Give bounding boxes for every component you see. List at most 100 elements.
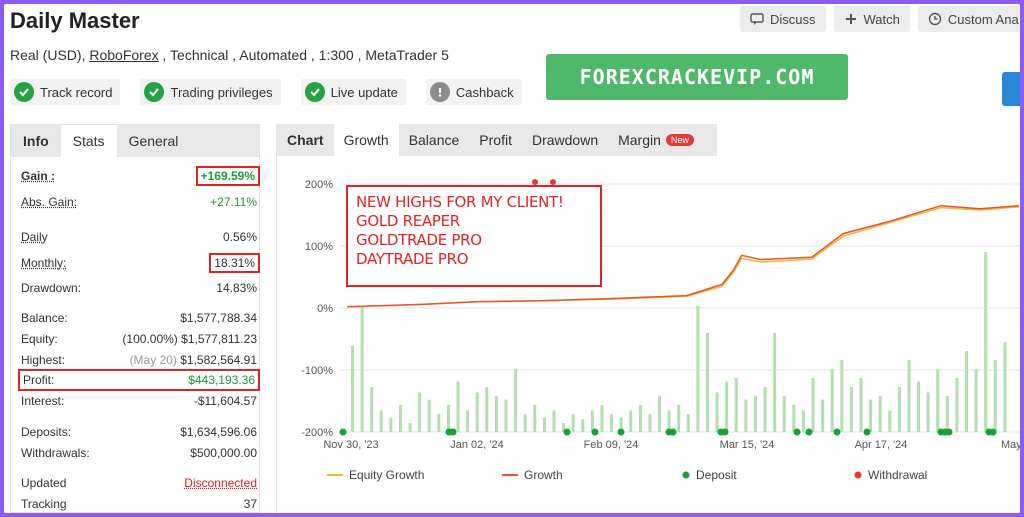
activity-bar [888,410,892,432]
activity-bar [466,410,470,432]
activity-bar [734,378,738,432]
x-tick-label: Apr 17, '24 [855,439,908,451]
deposit-marker [591,428,599,436]
stat-label: Tracking [21,497,67,511]
legend-dot-icon [682,471,690,479]
stat-label: Withdrawals: [21,446,90,460]
clock-icon [928,12,942,26]
legend-equity-growth[interactable]: Equity Growth [327,468,502,482]
discuss-button[interactable]: Discuss [740,6,826,32]
badge-trading-privileges[interactable]: Trading privileges [140,79,281,105]
tab-info[interactable]: Info [11,125,61,157]
page-title: Daily Master [10,8,140,33]
legend-growth[interactable]: Growth [502,468,682,482]
subtitle-prefix: Real (USD), [10,47,90,63]
activity-bar [974,369,978,432]
activity-bar [725,381,729,432]
stat-updated: Updated Disconnected [21,476,257,490]
annotation-line: NEW HIGHS FOR MY CLIENT! [356,193,564,211]
activity-bar [427,399,431,432]
stat-label: Equity: [21,332,58,346]
legend-line-icon [327,474,343,476]
tab-stats[interactable]: Stats [60,125,117,157]
tab-chart[interactable]: Chart [277,124,334,156]
badge-cashback[interactable]: Cashback [425,79,522,105]
activity-bar [677,405,681,432]
stat-equity: Equity: (100.00%) $1,577,811.23 [21,332,257,346]
activity-bar [408,423,412,432]
activity-bar [696,306,700,432]
stat-value: 37 [243,497,257,511]
stat-label: Highest: [21,353,66,367]
stat-label: Updated [21,476,67,490]
chat-icon [750,13,764,25]
stat-label: Profit: [23,373,55,387]
activity-bar [542,417,546,432]
activity-bar [859,378,863,432]
activity-bar [869,399,873,432]
activity-bar [849,387,853,432]
activity-bar [485,387,489,432]
tab-growth[interactable]: Growth [333,124,399,156]
activity-bar [370,387,374,432]
tab-margin-label: Margin [618,132,661,148]
stat-label: Daily [21,230,48,244]
subtitle-suffix: , Technical , Automated , 1:300 , MetaTr… [158,47,449,63]
deposit-marker [793,428,801,436]
stat-value: -$11,604.57 [193,394,257,408]
badge-track-record[interactable]: Track record [10,79,121,105]
activity-bar [782,396,786,432]
activity-bar [514,369,518,432]
stat-withdrawals: Withdrawals: $500,000.00 [21,446,257,460]
y-tick-label: 200% [305,179,333,191]
edge-action-button[interactable] [1002,72,1020,106]
activity-bar [763,387,767,432]
legend-label: Deposit [696,468,737,482]
activity-bar [744,399,748,432]
annotation-line: GOLDTRADE PRO [356,231,482,249]
activity-bar [955,378,959,432]
stat-label: Abs. Gain: [21,195,78,209]
activity-bar [917,381,921,432]
watch-button[interactable]: Watch [833,6,910,32]
x-tick-label: Nov 30, '23 [323,439,378,451]
activity-bar [907,360,911,432]
watermark-banner: FOREXCRACKEVIP.COM [546,54,848,100]
custom-analysis-button[interactable]: Custom Ana [917,6,1020,32]
stats-tabs: Info Stats General [11,125,259,157]
broker-link[interactable]: RoboForex [89,47,158,63]
x-tick-label: Jan 02, '24 [450,439,503,451]
tab-general[interactable]: General [117,125,191,157]
legend-label: Growth [524,468,563,482]
tab-profit[interactable]: Profit [469,124,522,156]
stat-value: $1,577,811.23 [181,332,257,346]
connection-status[interactable]: Disconnected [184,476,257,490]
plus-icon [845,14,856,24]
activity-bar [821,399,825,432]
tab-balance[interactable]: Balance [399,124,470,156]
legend-deposit[interactable]: Deposit [682,468,854,482]
stat-abs-gain: Abs. Gain: +27.11% [21,195,257,209]
activity-bar [523,414,527,432]
stat-prefix: (May 20) [129,353,177,367]
legend-withdrawal[interactable]: Withdrawal [854,468,927,482]
activity-bar [351,345,354,432]
badge-live-update[interactable]: Live update [300,79,406,105]
discuss-label: Discuss [770,11,816,27]
tab-margin[interactable]: Margin New [608,124,704,156]
activity-bar [811,378,815,432]
check-icon [14,82,34,102]
x-tick-label: Feb 09, '24 [584,439,639,451]
legend-dot-icon [854,471,862,479]
activity-bar [753,396,757,432]
chart-panel: Chart Growth Balance Profit Drawdown Mar… [276,124,1020,513]
deposit-marker [863,428,871,436]
badge-label: Cashback [455,84,514,100]
tab-drawdown[interactable]: Drawdown [522,124,608,156]
watch-label: Watch [863,11,900,27]
legend-label: Equity Growth [349,468,425,482]
stat-profit: Profit: $443,193.36 [18,369,260,391]
activity-bar [658,396,662,432]
activity-bar [715,392,719,432]
page: Daily Master Discuss Watch Custom Ana Re… [4,4,1020,513]
